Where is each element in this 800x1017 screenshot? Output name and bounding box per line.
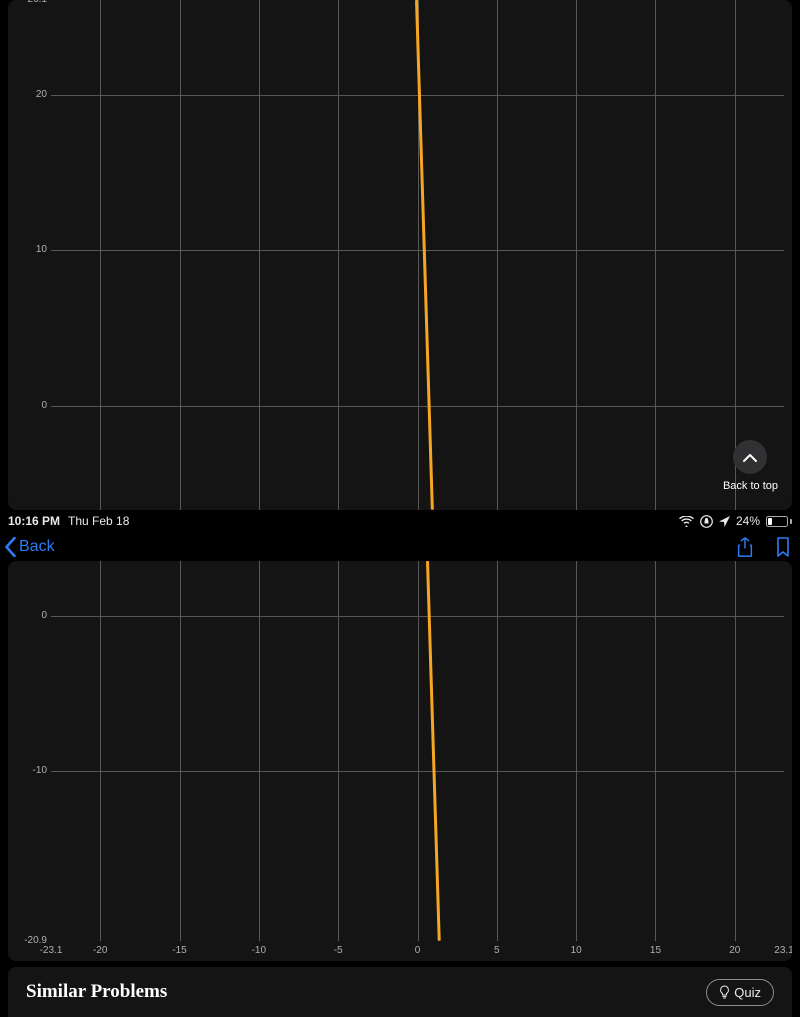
battery-percent: 24% [736, 514, 760, 528]
x-tick-label: 0 [406, 945, 430, 956]
status-time: 10:16 PM [8, 514, 60, 528]
share-icon[interactable] [736, 537, 754, 557]
x-tick-label: 23.1 [772, 945, 792, 956]
y-tick-label: 0 [41, 610, 47, 621]
nav-bar: Back [0, 532, 800, 561]
x-tick-label: -15 [168, 945, 192, 956]
similar-problems-title: Similar Problems [26, 981, 167, 1003]
status-right-icons: 24% [679, 514, 792, 528]
orientation-lock-icon [700, 515, 713, 528]
back-to-top: Back to top [723, 440, 778, 492]
y-tick-label: 10 [36, 244, 47, 255]
y-tick-label: 26.1 [28, 0, 47, 5]
bookmark-icon[interactable] [774, 537, 792, 557]
x-tick-label: 15 [643, 945, 667, 956]
back-button-label: Back [19, 538, 55, 556]
battery-icon [766, 516, 792, 527]
x-tick-label: 10 [564, 945, 588, 956]
chart-curve [426, 561, 440, 941]
similar-problems-bar: Similar Problems Quiz [8, 967, 792, 1017]
x-tick-label: -5 [326, 945, 350, 956]
chevron-up-icon [743, 453, 757, 462]
y-tick-label: 0 [41, 400, 47, 411]
quiz-button-label: Quiz [734, 985, 761, 1000]
chart-panel-top[interactable]: 26.1 20 10 0 [8, 0, 792, 510]
wifi-icon [679, 516, 694, 527]
x-tick-label: -10 [247, 945, 271, 956]
x-tick-label: -20 [88, 945, 112, 956]
bulb-icon [719, 985, 730, 999]
chart-panel-bottom[interactable]: 0-10-20.9-23.1-20-15-10-50510152023.1 [8, 561, 792, 961]
status-nav-strip: 10:16 PM Thu Feb 18 24% Back [0, 510, 800, 561]
chevron-left-icon [4, 537, 17, 557]
quiz-button[interactable]: Quiz [706, 979, 774, 1006]
location-icon [719, 516, 730, 527]
x-tick-label: 20 [723, 945, 747, 956]
y-tick-label: 20 [36, 89, 47, 100]
chart-plot-area-bottom: 0-10-20.9-23.1-20-15-10-50510152023.1 [51, 561, 784, 941]
back-to-top-label: Back to top [723, 480, 778, 492]
y-tick-label: -10 [33, 765, 47, 776]
back-button[interactable]: Back [4, 537, 55, 557]
chart-plot-area-top: 26.120100 [51, 0, 784, 510]
x-tick-label: -23.1 [39, 945, 63, 956]
status-date: Thu Feb 18 [68, 514, 129, 528]
status-bar: 10:16 PM Thu Feb 18 24% [0, 510, 800, 532]
back-to-top-button[interactable] [733, 440, 767, 474]
x-tick-label: 5 [485, 945, 509, 956]
